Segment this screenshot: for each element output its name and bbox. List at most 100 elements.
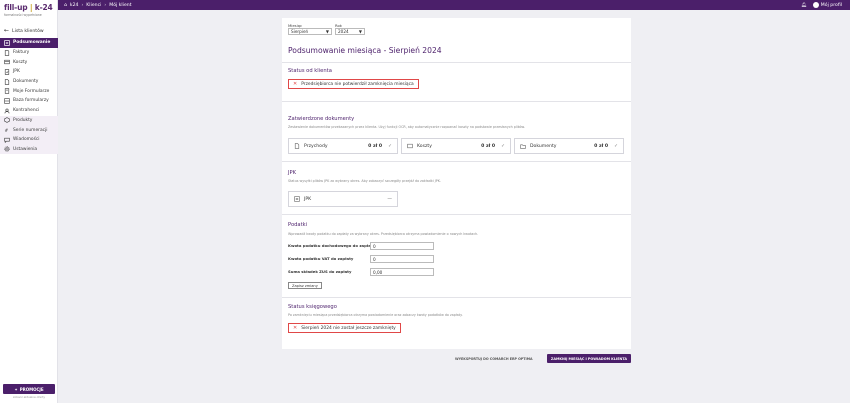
vat-tax-input[interactable]: 0 [370,255,434,263]
doc-card-label: Dokumenty [530,143,557,149]
user-menu[interactable]: Mój profil [812,2,842,8]
sidebar-item-label: JPK [13,69,20,75]
sidebar-item-label: Serie numeracji [13,127,48,133]
forms-icon [4,88,10,94]
promotions-label: PROMOCJE [19,386,44,392]
promotions-subtext: zobacz aktualne oferty [13,395,45,399]
zus-input[interactable]: 0,00 [370,268,434,276]
doc-card-costs[interactable]: Koszty 0 zł 0 ✓ [401,138,511,154]
logo-tagline: formalności wypełnione [4,13,42,17]
sidebar-item-jpk[interactable]: JPK [0,67,58,77]
month-value: Sierpień [291,29,309,34]
messages-icon [4,137,10,143]
back-link-label: Lista klientów [12,28,44,34]
jpk-card-label: JPK [304,196,312,202]
caret-down-icon: ▼ [325,29,329,34]
top-bar-right: 🔔︎ Mój profil [801,2,850,8]
breadcrumb-clients[interactable]: Klienci [86,3,101,8]
products-icon [4,117,10,124]
sidebar-item-label: Faktury [13,50,30,56]
svg-text:#: # [5,128,9,133]
sidebar-item-label: Koszty [13,59,28,65]
accounting-status-message: Sierpień 2024 nie został jeszcze zamknię… [301,325,396,331]
jpk-card[interactable]: JPK — [288,191,398,207]
sidebar-item-forms-base[interactable]: Baza formularzy [0,96,58,106]
divider [282,62,631,63]
taxes-title: Podatki [288,222,308,228]
approved-docs-title: Zatwierdzone dokumenty [288,116,355,122]
sidebar-item-my-forms[interactable]: Moje Formularze [0,86,58,96]
doc-card-documents[interactable]: Dokumenty 0 zł 0 ✓ [514,138,624,154]
jpk-title: JPK [288,170,297,176]
logo-suffix: k-24 [34,3,53,12]
breadcrumb-current: Mój klient [109,2,132,8]
sidebar: fill-up | k-24 formalności wypełnione ← … [0,0,58,403]
invoice-icon [4,49,10,56]
sidebar-item-settings[interactable]: Ustawienia [0,144,58,155]
page-title: Podsumowanie miesiąca - Sierpień 2024 [288,46,442,55]
accounting-status-box: ✕ Sierpień 2024 nie został jeszcze zamkn… [288,323,401,333]
sidebar-item-products[interactable]: Produkty [0,115,58,126]
vat-tax-value: 0 [373,256,376,262]
summary-icon [4,40,10,46]
cost-icon [407,143,413,149]
zus-value: 0,00 [373,269,383,275]
doc-card-value: 0 zł 0 [594,143,609,149]
sidebar-item-documents[interactable]: Dokumenty [0,77,58,87]
gift-icon: ✦ [14,386,18,392]
doc-card-income[interactable]: Przychody 0 zł 0 ✓ [288,138,398,154]
back-to-clients-link[interactable]: ← Lista klientów [4,27,44,35]
sidebar-item-label: Wiadomości [13,137,40,143]
divider [282,101,631,102]
sidebar-item-contractors[interactable]: Kontrahenci [0,106,58,116]
logo[interactable]: fill-up | k-24 [4,3,53,12]
sidebar-item-messages[interactable]: Wiadomości [0,134,58,145]
export-optima-button[interactable]: WYEKSPORTUJ DO COMARCH ERP OPTIMA [455,354,533,363]
doc-card-label: Przychody [304,143,328,149]
check-icon: ✓ [614,143,618,149]
close-icon: ✕ [293,81,298,87]
close-month-button[interactable]: ZAMKNIJ MIESIĄC I POWIADOM KLIENTA [547,354,631,363]
accounting-status-title: Status księgowego [288,304,337,310]
bell-icon[interactable]: 🔔︎ [801,3,807,8]
sidebar-item-label: Dokumenty [13,79,39,85]
sidebar-item-numbering[interactable]: # Serie numeracji [0,125,58,135]
jpk-icon [4,69,10,75]
sidebar-item-summary[interactable]: Podsumowanie [0,38,58,48]
divider [282,297,631,298]
promotions-button[interactable]: ✦ PROMOCJE [3,384,55,394]
zus-label: Suma składek ZUS do zapłaty [288,269,352,274]
client-status-message: Przedsiębiorca nie potwierdził zamknięci… [301,81,414,87]
client-status-title: Status od klienta [288,68,332,74]
month-select[interactable]: Sierpień ▼ [288,28,332,35]
income-tax-input[interactable]: 0 [370,242,434,250]
client-status-box: ✕ Przedsiębiorca nie potwierdził zamknię… [288,79,419,89]
sidebar-item-label: Ustawienia [13,146,38,152]
income-tax-label: Kwota podatku dochodowego do zapłaty [288,243,376,248]
user-label: Mój profil [820,2,842,8]
check-icon: ✓ [388,143,392,149]
sidebar-item-invoices[interactable]: Faktury [0,48,58,58]
home-icon[interactable]: ⌂ [64,3,67,8]
year-value: 2024 [338,29,349,34]
jpk-card-value: — [387,196,392,202]
settings-icon [4,146,10,152]
costs-icon [4,59,10,65]
contractors-icon [4,108,10,114]
caret-down-icon: ▼ [358,29,362,34]
folder-icon [520,143,526,149]
year-select[interactable]: 2024 ▼ [335,28,365,35]
sidebar-item-label: Baza formularzy [13,98,49,104]
income-icon [294,143,300,149]
arrow-left-icon: ← [4,27,10,34]
income-tax-value: 0 [373,243,376,249]
logo-text: fill-up [4,3,28,12]
breadcrumb-k24[interactable]: k24 [70,3,79,8]
breadcrumb-separator: › [81,2,84,8]
sidebar-item-costs[interactable]: Koszty [0,57,58,67]
doc-card-label: Koszty [417,143,432,149]
jpk-icon [294,196,300,202]
sidebar-item-label: Moje Formularze [13,88,50,94]
sidebar-nav: Podsumowanie Faktury Koszty JPK Dokument… [0,38,58,155]
save-button[interactable]: Zapisz zmiany [288,282,322,289]
